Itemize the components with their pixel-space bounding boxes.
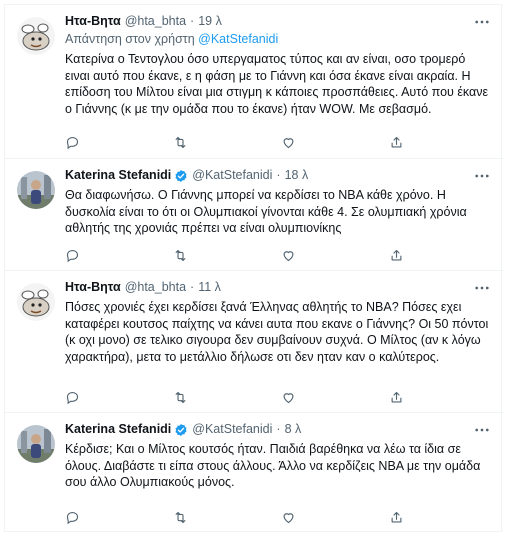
tweet-text: Θα διαφωνήσω. Ο Γιάννης μπορεί να κερδίσ… (65, 188, 467, 235)
timestamp[interactable]: 8 λ (285, 421, 302, 438)
tweet-text: Πόσες χρονιές έχει κερδίσει ξανά Έλληνας… (65, 300, 489, 364)
replying-mention-link[interactable]: @KatStefanidi (198, 32, 278, 46)
retweet-icon (175, 391, 186, 403)
separator-dot: · (276, 168, 281, 182)
retweet-button[interactable] (173, 508, 281, 526)
tweet-text: Κέρδισε; Και ο Μίλτος κουτσός ήταν. Παιδ… (65, 442, 481, 489)
tweet-actions (65, 388, 497, 406)
author-name[interactable]: Katerina Stefanidi (65, 167, 171, 184)
share-icon (391, 249, 402, 260)
like-button[interactable] (281, 133, 389, 151)
retweet-icon (175, 136, 186, 148)
reply-icon (66, 511, 79, 524)
retweet-button[interactable] (173, 388, 281, 406)
verified-badge-icon (175, 423, 187, 436)
author-name[interactable]: Ητα-Βητα (65, 13, 121, 30)
share-button[interactable] (389, 508, 497, 526)
author-handle[interactable]: @KatStefanidi (192, 421, 272, 438)
replying-to: Απάντηση στον χρήστη @KatStefanidi (65, 31, 489, 48)
heart-icon (283, 250, 294, 261)
author-handle[interactable]: @KatStefanidi (192, 167, 272, 184)
avatar-hta-bhta[interactable] (17, 17, 55, 55)
retweet-icon (175, 249, 186, 261)
tweet-actions (65, 508, 497, 526)
author-name[interactable]: Ητα-Βητα (65, 279, 121, 296)
conversation-thread: Ητα-Βητα @hta_bhta · 19 λ Απάντηση στον … (4, 4, 503, 533)
tweet-actions (65, 246, 497, 264)
more-icon[interactable] (473, 167, 491, 185)
retweet-icon (175, 511, 186, 523)
tweet[interactable]: Katerina Stefanidi @KatStefanidi · 18 λ … (5, 159, 503, 271)
avatar-katerina-stefanidi[interactable] (17, 171, 55, 209)
reply-button[interactable] (65, 508, 173, 526)
retweet-button[interactable] (173, 133, 281, 151)
verified-badge-icon (175, 169, 187, 182)
share-icon (391, 511, 402, 522)
heart-icon (283, 512, 294, 523)
tweet[interactable]: Katerina Stefanidi @KatStefanidi · 8 λ Κ… (5, 413, 503, 533)
like-button[interactable] (281, 508, 389, 526)
tweet-actions (65, 133, 497, 151)
more-icon[interactable] (473, 279, 491, 297)
heart-icon (283, 392, 294, 403)
tweet-text: Κατερίνα ο Τεντογλου όσο υπεργαματος τύπ… (65, 52, 489, 116)
avatar-hta-bhta[interactable] (17, 283, 55, 321)
reply-icon (66, 249, 79, 262)
reply-button[interactable] (65, 388, 173, 406)
share-button[interactable] (389, 246, 497, 264)
share-button[interactable] (389, 388, 497, 406)
retweet-button[interactable] (173, 246, 281, 264)
timestamp[interactable]: 18 λ (285, 167, 309, 184)
reply-button[interactable] (65, 133, 173, 151)
reply-icon (66, 136, 79, 149)
heart-icon (283, 137, 294, 148)
like-button[interactable] (281, 388, 389, 406)
like-button[interactable] (281, 246, 389, 264)
replying-prefix: Απάντηση στον χρήστη (65, 32, 195, 46)
author-handle[interactable]: @hta_bhta (125, 279, 186, 296)
more-icon[interactable] (473, 13, 491, 31)
author-handle[interactable]: @hta_bhta (125, 13, 186, 30)
reply-icon (66, 391, 79, 404)
tweet[interactable]: Ητα-Βητα @hta_bhta · 11 λ Πόσες χρονιές … (5, 271, 503, 413)
author-name[interactable]: Katerina Stefanidi (65, 421, 171, 438)
separator-dot: · (276, 422, 281, 436)
avatar-katerina-stefanidi[interactable] (17, 425, 55, 463)
more-icon[interactable] (473, 421, 491, 439)
tweet[interactable]: Ητα-Βητα @hta_bhta · 19 λ Απάντηση στον … (5, 5, 503, 159)
reply-button[interactable] (65, 246, 173, 264)
share-icon (391, 136, 402, 147)
timestamp[interactable]: 11 λ (198, 279, 221, 296)
share-icon (391, 391, 402, 402)
timestamp[interactable]: 19 λ (198, 13, 222, 30)
share-button[interactable] (389, 133, 497, 151)
separator-dot: · (190, 280, 195, 294)
separator-dot: · (190, 14, 195, 28)
